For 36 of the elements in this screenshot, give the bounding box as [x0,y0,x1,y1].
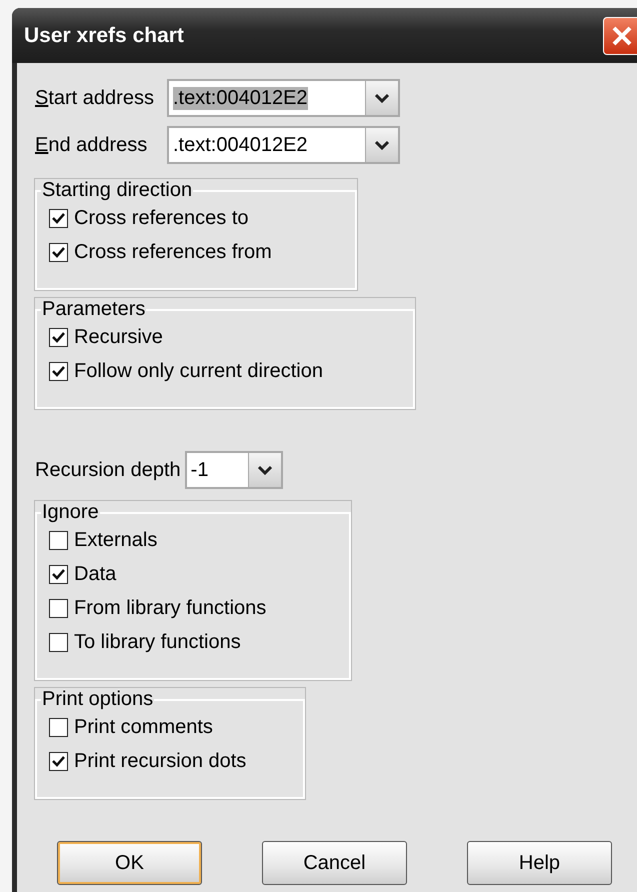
checkbox-label[interactable]: Externals [74,528,158,552]
checkbox-label[interactable]: Cross references to [74,206,249,230]
checkbox-label[interactable]: Recursive [74,326,163,348]
checkbox-label[interactable]: Print recursion dots [74,750,246,772]
depth-combo-box[interactable]: -1 [184,451,283,489]
checkbox[interactable] [49,208,68,228]
checkbox-label[interactable]: Cross references from [74,240,272,264]
checkbox-label[interactable]: Print comments [74,716,213,738]
checkbox-label[interactable]: Data [74,562,116,586]
checkbox[interactable] [49,564,68,584]
address-combo-box[interactable]: .text:004012E2 [167,79,400,117]
dialog-button[interactable]: Cancel [262,841,407,885]
checkbox-label[interactable]: To library functions [74,630,241,654]
checkbox[interactable] [49,242,68,262]
checkbox[interactable] [49,328,68,346]
group-title: Ignore [41,501,100,524]
dialog-button[interactable]: OK [57,841,202,885]
field-label: End address [35,134,148,156]
field-label: Recursion depth [35,458,181,482]
checkbox[interactable] [49,598,68,618]
checkbox-label[interactable]: From library functions [74,596,266,620]
window-title: User xrefs chart [24,24,184,48]
dialog-button[interactable]: Help [467,841,612,885]
field-label: Start address [35,86,155,110]
group-title: Print options [41,688,154,711]
checkbox[interactable] [49,530,68,550]
group-title: Parameters [41,298,146,321]
close-icon [611,24,633,46]
close-button[interactable] [603,16,637,54]
checkbox[interactable] [49,362,68,380]
checkbox[interactable] [49,718,68,736]
checkbox[interactable] [49,632,68,652]
checkbox-label[interactable]: Follow only current direction [74,360,323,382]
checkbox[interactable] [49,752,68,770]
address-combo-box[interactable]: .text:004012E2 [167,126,400,164]
group-title: Starting direction [41,179,194,202]
